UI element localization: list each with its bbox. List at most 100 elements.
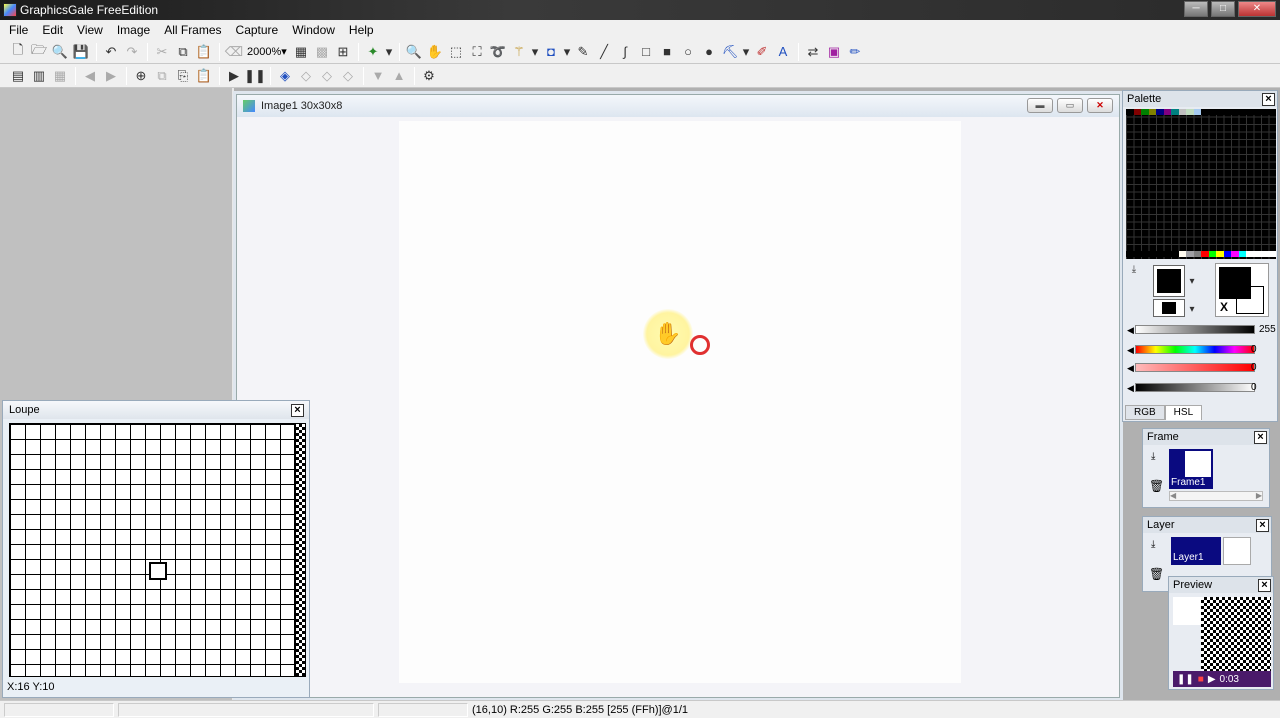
paste-icon[interactable]: 📋	[194, 42, 214, 62]
color-swap-box[interactable]: X	[1215, 263, 1269, 317]
cut-icon[interactable]: ✂	[152, 42, 172, 62]
pause-icon[interactable]: ❚❚	[1177, 674, 1194, 685]
close-button[interactable]: ✕	[1238, 1, 1276, 17]
palette-swatches[interactable]	[1126, 109, 1276, 259]
trash-icon[interactable]: 🗑	[1149, 479, 1164, 493]
grid-icon[interactable]: ▦	[291, 42, 311, 62]
undo-icon[interactable]: ↶	[101, 42, 121, 62]
color-replace-icon[interactable]: ✐	[752, 42, 772, 62]
pick-color-icon[interactable]: ▣	[824, 42, 844, 62]
download-icon[interactable]: ⤓	[1151, 451, 1155, 462]
restore-icon[interactable]: ▭	[1057, 98, 1083, 113]
background-color[interactable]	[1153, 299, 1185, 317]
select-move-icon[interactable]: ⛶	[467, 42, 487, 62]
lasso-icon[interactable]: ➰	[488, 42, 508, 62]
effects-icon[interactable]: ✦	[363, 42, 383, 62]
tab-hsl[interactable]: HSL	[1164, 405, 1203, 420]
text-icon[interactable]: A	[773, 42, 793, 62]
lightness-slider[interactable]	[1135, 383, 1255, 392]
foreground-color[interactable]	[1153, 265, 1185, 297]
pixel-grid-icon[interactable]: ▩	[312, 42, 332, 62]
chevron-down-icon[interactable]: ▾	[741, 42, 751, 62]
image-window-titlebar[interactable]: Image1 30x30x8	[237, 95, 1119, 117]
swap-icon[interactable]: ⇄	[803, 42, 823, 62]
tab-rgb[interactable]: RGB	[1125, 405, 1165, 420]
insert-frame-icon[interactable]: ⊕	[131, 66, 151, 86]
zoom-dropdown[interactable]: 2000% ▾	[245, 43, 287, 61]
add-layer-icon[interactable]: ◈	[275, 66, 295, 86]
layer-row[interactable]: Layer1	[1171, 537, 1221, 565]
zoom-icon[interactable]: 🔍	[404, 42, 424, 62]
layer-icon[interactable]: ◇	[296, 66, 316, 86]
line-icon[interactable]: ╱	[594, 42, 614, 62]
fill-icon[interactable]: ⛏	[720, 42, 740, 62]
value-slider[interactable]	[1135, 325, 1255, 334]
magic-wand-icon[interactable]: ⚚	[509, 42, 529, 62]
palette-bottom-row[interactable]	[1126, 251, 1276, 257]
layer-down-icon[interactable]: ▼	[368, 66, 388, 86]
previous-frame-icon[interactable]: ◀	[80, 66, 100, 86]
duplicate-frame-icon[interactable]: ⧉	[152, 66, 172, 86]
delete-layer-icon[interactable]: ◇	[317, 66, 337, 86]
menu-edit[interactable]: Edit	[35, 20, 70, 40]
frame-delete-icon[interactable]: ▦	[50, 66, 70, 86]
drawing-canvas[interactable]	[399, 121, 961, 683]
layer-up-icon[interactable]: ▲	[389, 66, 409, 86]
play-icon[interactable]: ▶	[1208, 674, 1216, 685]
menu-window[interactable]: Window	[285, 20, 342, 40]
chevron-down-icon[interactable]: ▾	[384, 42, 394, 62]
copy-icon[interactable]: ⧉	[173, 42, 193, 62]
selection-mode-icon[interactable]: ◘	[541, 42, 561, 62]
hue-slider[interactable]	[1135, 345, 1255, 354]
canvas-area[interactable]: ✋	[237, 117, 1119, 697]
close-icon[interactable]: ×	[1256, 519, 1269, 532]
frame-sheet-icon[interactable]: ▥	[29, 66, 49, 86]
save-icon[interactable]: 💾	[71, 42, 91, 62]
open-folder-icon[interactable]: 🗁	[29, 42, 49, 62]
filled-ellipse-icon[interactable]: ●	[699, 42, 719, 62]
ellipse-icon[interactable]: ○	[678, 42, 698, 62]
paste-frame-icon[interactable]: 📋	[194, 66, 214, 86]
close-icon[interactable]: ✕	[1087, 98, 1113, 113]
brush-icon[interactable]: ✏	[845, 42, 865, 62]
menu-view[interactable]: View	[70, 20, 110, 40]
browse-icon[interactable]: 🔍	[50, 42, 70, 62]
close-icon[interactable]: ×	[291, 404, 304, 417]
fit-icon[interactable]: ⊞	[333, 42, 353, 62]
select-rect-icon[interactable]: ⬚	[446, 42, 466, 62]
menu-file[interactable]: File	[2, 20, 35, 40]
palette-top-row[interactable]	[1126, 109, 1276, 115]
clear-icon[interactable]: ⌫	[224, 42, 244, 62]
menu-image[interactable]: Image	[110, 20, 157, 40]
play-icon[interactable]: ▶	[224, 66, 244, 86]
trash-icon[interactable]: 🗑	[1149, 567, 1164, 581]
next-frame-icon[interactable]: ▶	[101, 66, 121, 86]
close-icon[interactable]: ×	[1254, 431, 1267, 444]
copy-frame-icon[interactable]: ⎘	[173, 66, 193, 86]
saturation-slider[interactable]	[1135, 363, 1255, 372]
layer-thumbnail[interactable]	[1223, 537, 1251, 565]
stop-icon[interactable]: ■	[1198, 674, 1204, 685]
download-icon[interactable]: ⤓	[1129, 263, 1139, 275]
download-icon[interactable]: ⤓	[1151, 539, 1155, 550]
pen-icon[interactable]: ✎	[573, 42, 593, 62]
chevron-down-icon[interactable]: ▾	[530, 42, 540, 62]
menu-help[interactable]: Help	[342, 20, 381, 40]
menu-all-frames[interactable]: All Frames	[157, 20, 228, 40]
redo-icon[interactable]: ↷	[122, 42, 142, 62]
curve-icon[interactable]: ∫	[615, 42, 635, 62]
merge-layer-icon[interactable]: ◇	[338, 66, 358, 86]
layer-properties-icon[interactable]: ⚙	[419, 66, 439, 86]
pause-icon[interactable]: ❚❚	[244, 66, 266, 86]
close-icon[interactable]: ×	[1262, 93, 1275, 106]
minimize-button[interactable]: ─	[1184, 1, 1208, 17]
image-window[interactable]: Image1 30x30x8 ▬ ▭ ✕ ✋	[236, 94, 1120, 698]
minimize-icon[interactable]: ▬	[1027, 98, 1053, 113]
close-icon[interactable]: ×	[1258, 579, 1271, 592]
new-file-icon[interactable]: 🗋	[8, 42, 28, 62]
hand-icon[interactable]: ✋	[425, 42, 445, 62]
maximize-button[interactable]: □	[1211, 1, 1235, 17]
chevron-down-icon[interactable]: ▾	[562, 42, 572, 62]
rectangle-icon[interactable]: □	[636, 42, 656, 62]
menu-capture[interactable]: Capture	[229, 20, 286, 40]
